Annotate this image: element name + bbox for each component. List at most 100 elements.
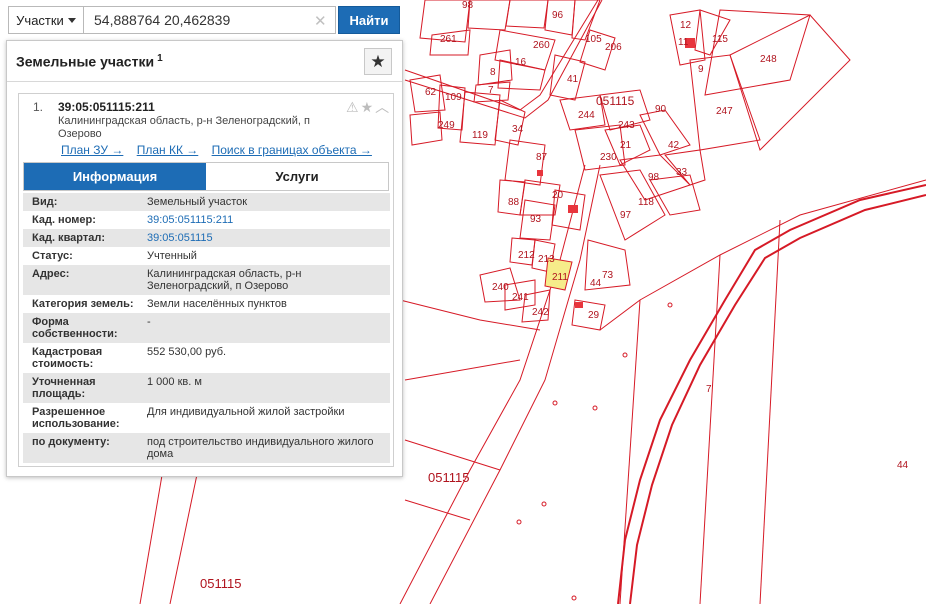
info-label: Разрешенное использование: bbox=[32, 406, 120, 430]
search-bar: Участки ✕ Найти bbox=[8, 6, 400, 36]
chevron-down-icon bbox=[67, 17, 76, 23]
quarter-label: 051115 bbox=[596, 94, 635, 108]
parcel-label: 11 bbox=[678, 37, 689, 48]
parcel-label: 206 bbox=[605, 42, 622, 53]
info-row: Кад. квартал: 39:05:051115 bbox=[23, 229, 390, 247]
quarter-label: 051115 bbox=[200, 576, 241, 591]
parcel-label: 241 bbox=[512, 292, 529, 303]
info-label: Статус: bbox=[32, 250, 73, 262]
link-search-in-bounds[interactable]: Поиск в границах объекта → bbox=[212, 143, 372, 157]
building-marker bbox=[575, 302, 583, 308]
info-label: Вид: bbox=[32, 196, 58, 208]
parcel-label: 260 bbox=[533, 40, 550, 51]
quarter-label: 051115 bbox=[428, 470, 469, 485]
layer-select[interactable]: Участки bbox=[8, 6, 84, 34]
parcel-label: 243 bbox=[618, 120, 635, 131]
star-icon: ★ bbox=[370, 51, 386, 71]
info-row: Форма собственности: - bbox=[23, 313, 390, 343]
info-label: Форма собственности: bbox=[32, 316, 118, 340]
info-value: Калининградская область, р-н Зеленоградс… bbox=[147, 268, 302, 292]
info-value[interactable]: 39:05:051115 bbox=[143, 229, 390, 247]
parcel-label: 29 bbox=[588, 310, 600, 321]
info-label: Кадастровая стоимость: bbox=[32, 346, 103, 370]
info-row: Кад. номер: 39:05:051115:211 bbox=[23, 211, 390, 229]
link-plan-zu[interactable]: План ЗУ → bbox=[61, 143, 123, 157]
parcel-label: 9 bbox=[698, 64, 704, 75]
parcel-label: 44 bbox=[897, 460, 909, 471]
search-input[interactable] bbox=[84, 6, 336, 34]
parcel-label: 20 bbox=[552, 190, 564, 201]
result-index: 1. bbox=[33, 100, 44, 114]
parcel-label: 41 bbox=[567, 74, 579, 85]
main-road-west bbox=[399, 164, 586, 604]
parcel-label: 8 bbox=[490, 67, 496, 78]
result-count: 1 bbox=[157, 53, 163, 64]
close-icon[interactable]: ✕ bbox=[314, 12, 327, 30]
parcel-label: 247 bbox=[716, 106, 733, 117]
building-marker bbox=[568, 205, 578, 213]
parcel-label: 249 bbox=[438, 120, 455, 131]
parcel-label: 240 bbox=[492, 282, 509, 293]
info-label: Уточненная площадь: bbox=[32, 376, 96, 400]
warning-icon: ⚠ bbox=[346, 99, 361, 115]
chevron-up-icon: ︿ bbox=[375, 99, 392, 115]
parcel-label: 115 bbox=[712, 34, 728, 45]
river-bank-north bbox=[617, 184, 926, 604]
info-value: Учтенный bbox=[147, 250, 197, 262]
parcel-label: 34 bbox=[512, 124, 524, 135]
parcel-label: 230 bbox=[600, 152, 617, 163]
layer-select-label: Участки bbox=[16, 12, 64, 28]
info-row: по документу: под строительство индивидуа… bbox=[23, 433, 390, 463]
info-value[interactable]: 39:05:051115:211 bbox=[143, 211, 390, 229]
parcel-label: 73 bbox=[602, 270, 614, 281]
parcel-label: 96 bbox=[552, 10, 564, 21]
info-label: Категория земель: bbox=[32, 298, 134, 310]
info-row: Кадастровая стоимость: 552 530,00 руб. bbox=[23, 343, 390, 373]
parcel-label: 98 bbox=[648, 172, 660, 183]
parcel-label: 90 bbox=[655, 104, 667, 115]
parcel-label: 7 bbox=[488, 85, 494, 96]
parcel-label: 212 bbox=[518, 250, 535, 261]
tab-information[interactable]: Информация bbox=[24, 163, 206, 190]
info-row: Уточненная площадь: 1 000 кв. м bbox=[23, 373, 390, 403]
parcel-label: 213 bbox=[538, 254, 555, 265]
parcel-label: 118 bbox=[638, 197, 654, 208]
info-label: Адрес: bbox=[32, 268, 70, 280]
info-value: - bbox=[147, 316, 151, 328]
panel-title: Земельные участки 1 bbox=[16, 53, 163, 70]
card-action-icons[interactable]: ⚠★︿ bbox=[346, 97, 391, 117]
favorite-button[interactable]: ★ bbox=[364, 48, 392, 75]
parcel-label: 105 bbox=[585, 34, 602, 45]
parcel-label: 211 bbox=[552, 272, 568, 283]
info-row: Адрес: Калининградская область, р-н Зелен… bbox=[23, 265, 390, 295]
parcel-label: 88 bbox=[508, 197, 520, 208]
parcel-label: 119 bbox=[472, 130, 488, 141]
parcel-label: 93 bbox=[530, 214, 542, 225]
info-row: Статус: Учтенный bbox=[23, 247, 390, 265]
info-label: Кад. номер: bbox=[32, 214, 96, 226]
link-plan-kk[interactable]: План КК → bbox=[137, 143, 199, 157]
parcel-label: 98 bbox=[462, 0, 474, 11]
info-table: Вид: Земельный участок Кад. номер: 39:05:05… bbox=[23, 193, 390, 463]
parcel-label: 261 bbox=[440, 34, 457, 45]
tab-services[interactable]: Услуги bbox=[206, 163, 388, 190]
parcel-label: 21 bbox=[620, 140, 632, 151]
search-button[interactable]: Найти bbox=[338, 6, 400, 34]
star-icon: ★ bbox=[360, 99, 376, 115]
parcel-label: 42 bbox=[668, 140, 680, 151]
info-label: Кад. квартал: bbox=[32, 232, 106, 244]
building-marker bbox=[537, 170, 543, 176]
parcel-label: 16 bbox=[515, 57, 527, 68]
result-cad-number[interactable]: 39:05:051115:211 bbox=[58, 100, 155, 114]
parcel-label: 109 bbox=[445, 92, 462, 103]
results-panel: Земельные участки 1 ★ 1. 39:05:051115:211… bbox=[6, 40, 403, 477]
result-address: Калининградская область, р-н Зеленоградс… bbox=[58, 115, 310, 140]
parcel-label: 62 bbox=[425, 87, 437, 98]
info-row: Разрешенное использование: Для индивидуал… bbox=[23, 403, 390, 433]
info-row: Категория земель: Земли населённых пункто… bbox=[23, 295, 390, 313]
main-road-east bbox=[429, 164, 601, 604]
parcel-label: 12 bbox=[680, 20, 692, 31]
parcel-label: 33 bbox=[676, 167, 688, 178]
parcel-label: 242 bbox=[532, 307, 549, 318]
parcel-label: 44 bbox=[590, 278, 602, 289]
